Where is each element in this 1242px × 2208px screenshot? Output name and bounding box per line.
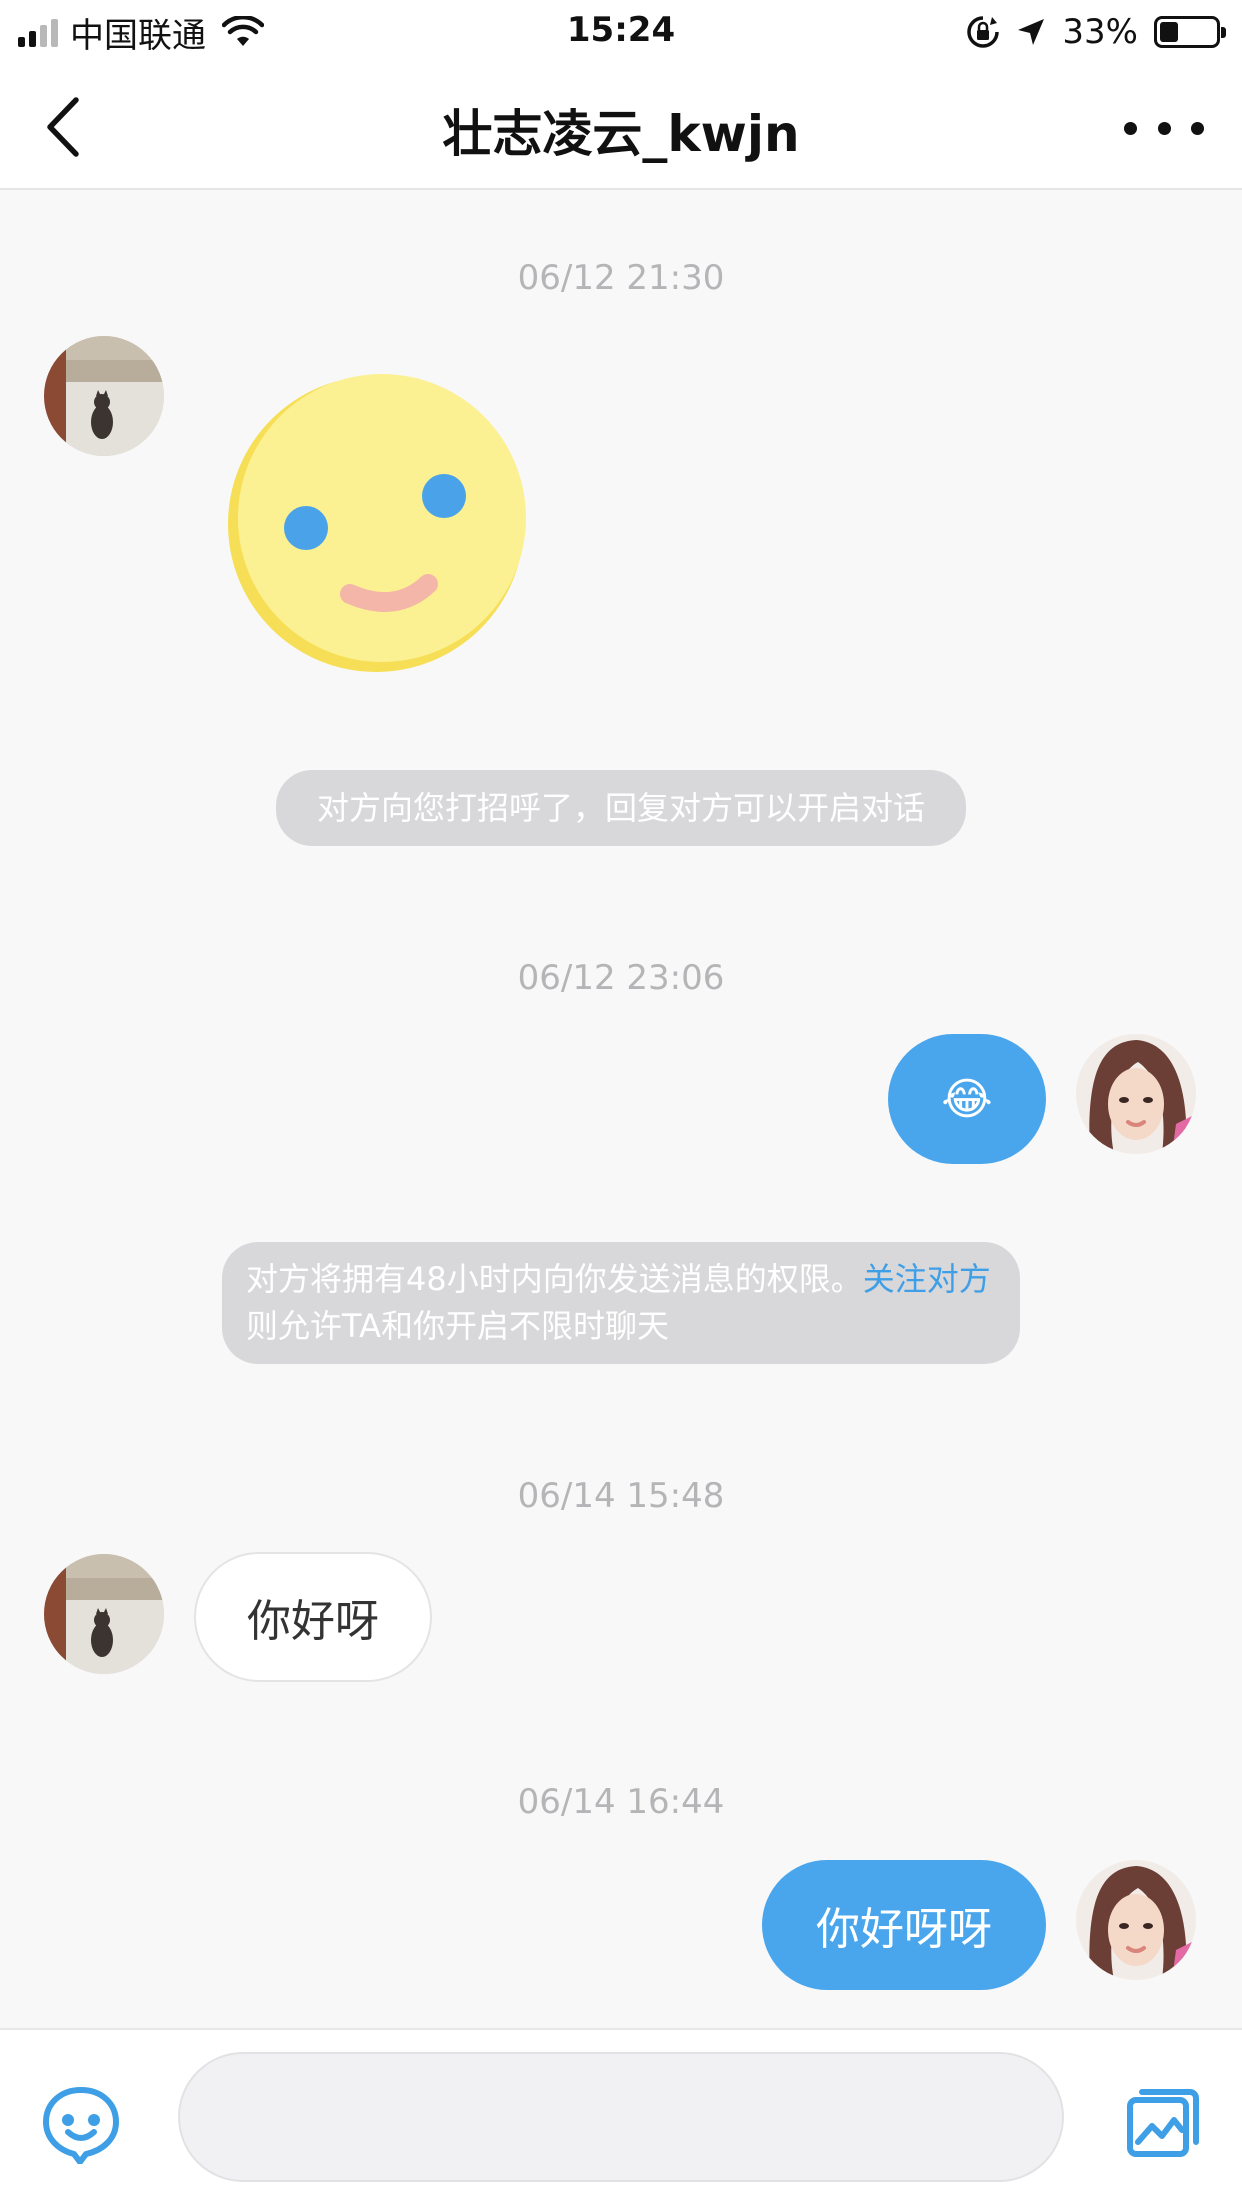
message-text: 你好呀 [247,1596,379,1647]
photo-album-icon[interactable] [1126,2086,1200,2158]
chat-screen: 中国联通 15:24 33% 壮志凌云_kwjn 06/12 21:30 对方向… [0,0,1242,2208]
timestamp: 06/14 15:48 [517,1476,725,1516]
emoji-message: 😂 [941,1073,993,1125]
input-bar [0,2028,1242,2208]
status-bar: 中国联通 15:24 33% [0,0,1242,64]
status-right: 33% [966,10,1226,54]
system-notice-greeting: 对方向您打招呼了，回复对方可以开启对话 [276,770,966,846]
contact-avatar[interactable] [44,336,164,456]
my-avatar[interactable] [1076,1034,1196,1154]
timestamp: 06/12 21:30 [517,258,725,298]
message-text: 你好呀呀 [816,1904,992,1955]
location-arrow-icon [1018,19,1045,45]
timestamp: 06/14 16:44 [517,1782,725,1822]
system-notice-tail: 则允许TA和你开启不限时聊天 [246,1307,669,1345]
nav-bar: 壮志凌云_kwjn [0,64,1242,190]
chevron-left-icon[interactable] [36,92,96,162]
timestamp: 06/12 23:06 [517,958,725,998]
system-notice-text: 对方向您打招呼了，回复对方可以开启对话 [316,789,925,827]
follow-link[interactable]: 关注对方 [863,1260,991,1298]
my-avatar[interactable] [1076,1860,1196,1980]
battery-level [1160,22,1178,42]
outgoing-message-bubble[interactable]: 你好呀呀 [762,1860,1046,1990]
battery-icon [1154,16,1226,48]
smiley-face-icon[interactable] [40,2084,122,2164]
system-notice-text: 对方将拥有48小时内向你发送消息的权限。 [246,1260,863,1298]
system-notice-permission: 对方将拥有48小时内向你发送消息的权限。关注对方则允许TA和你开启不限时聊天 [222,1242,1020,1364]
message-input[interactable] [178,2052,1064,2182]
incoming-message-bubble[interactable]: 你好呀 [194,1552,432,1682]
rotation-lock-icon [967,16,1000,48]
battery-percent: 33% [1062,12,1138,52]
message-list[interactable]: 06/12 21:30 对方向您打招呼了，回复对方可以开启对话 06/12 23… [0,192,1242,2028]
more-dots-icon[interactable] [1124,110,1204,146]
smiley-sticker[interactable] [226,368,532,674]
page-title: 壮志凌云_kwjn [442,105,800,163]
outgoing-emoji-bubble[interactable]: 😂 [888,1034,1046,1164]
contact-avatar[interactable] [44,1554,164,1674]
